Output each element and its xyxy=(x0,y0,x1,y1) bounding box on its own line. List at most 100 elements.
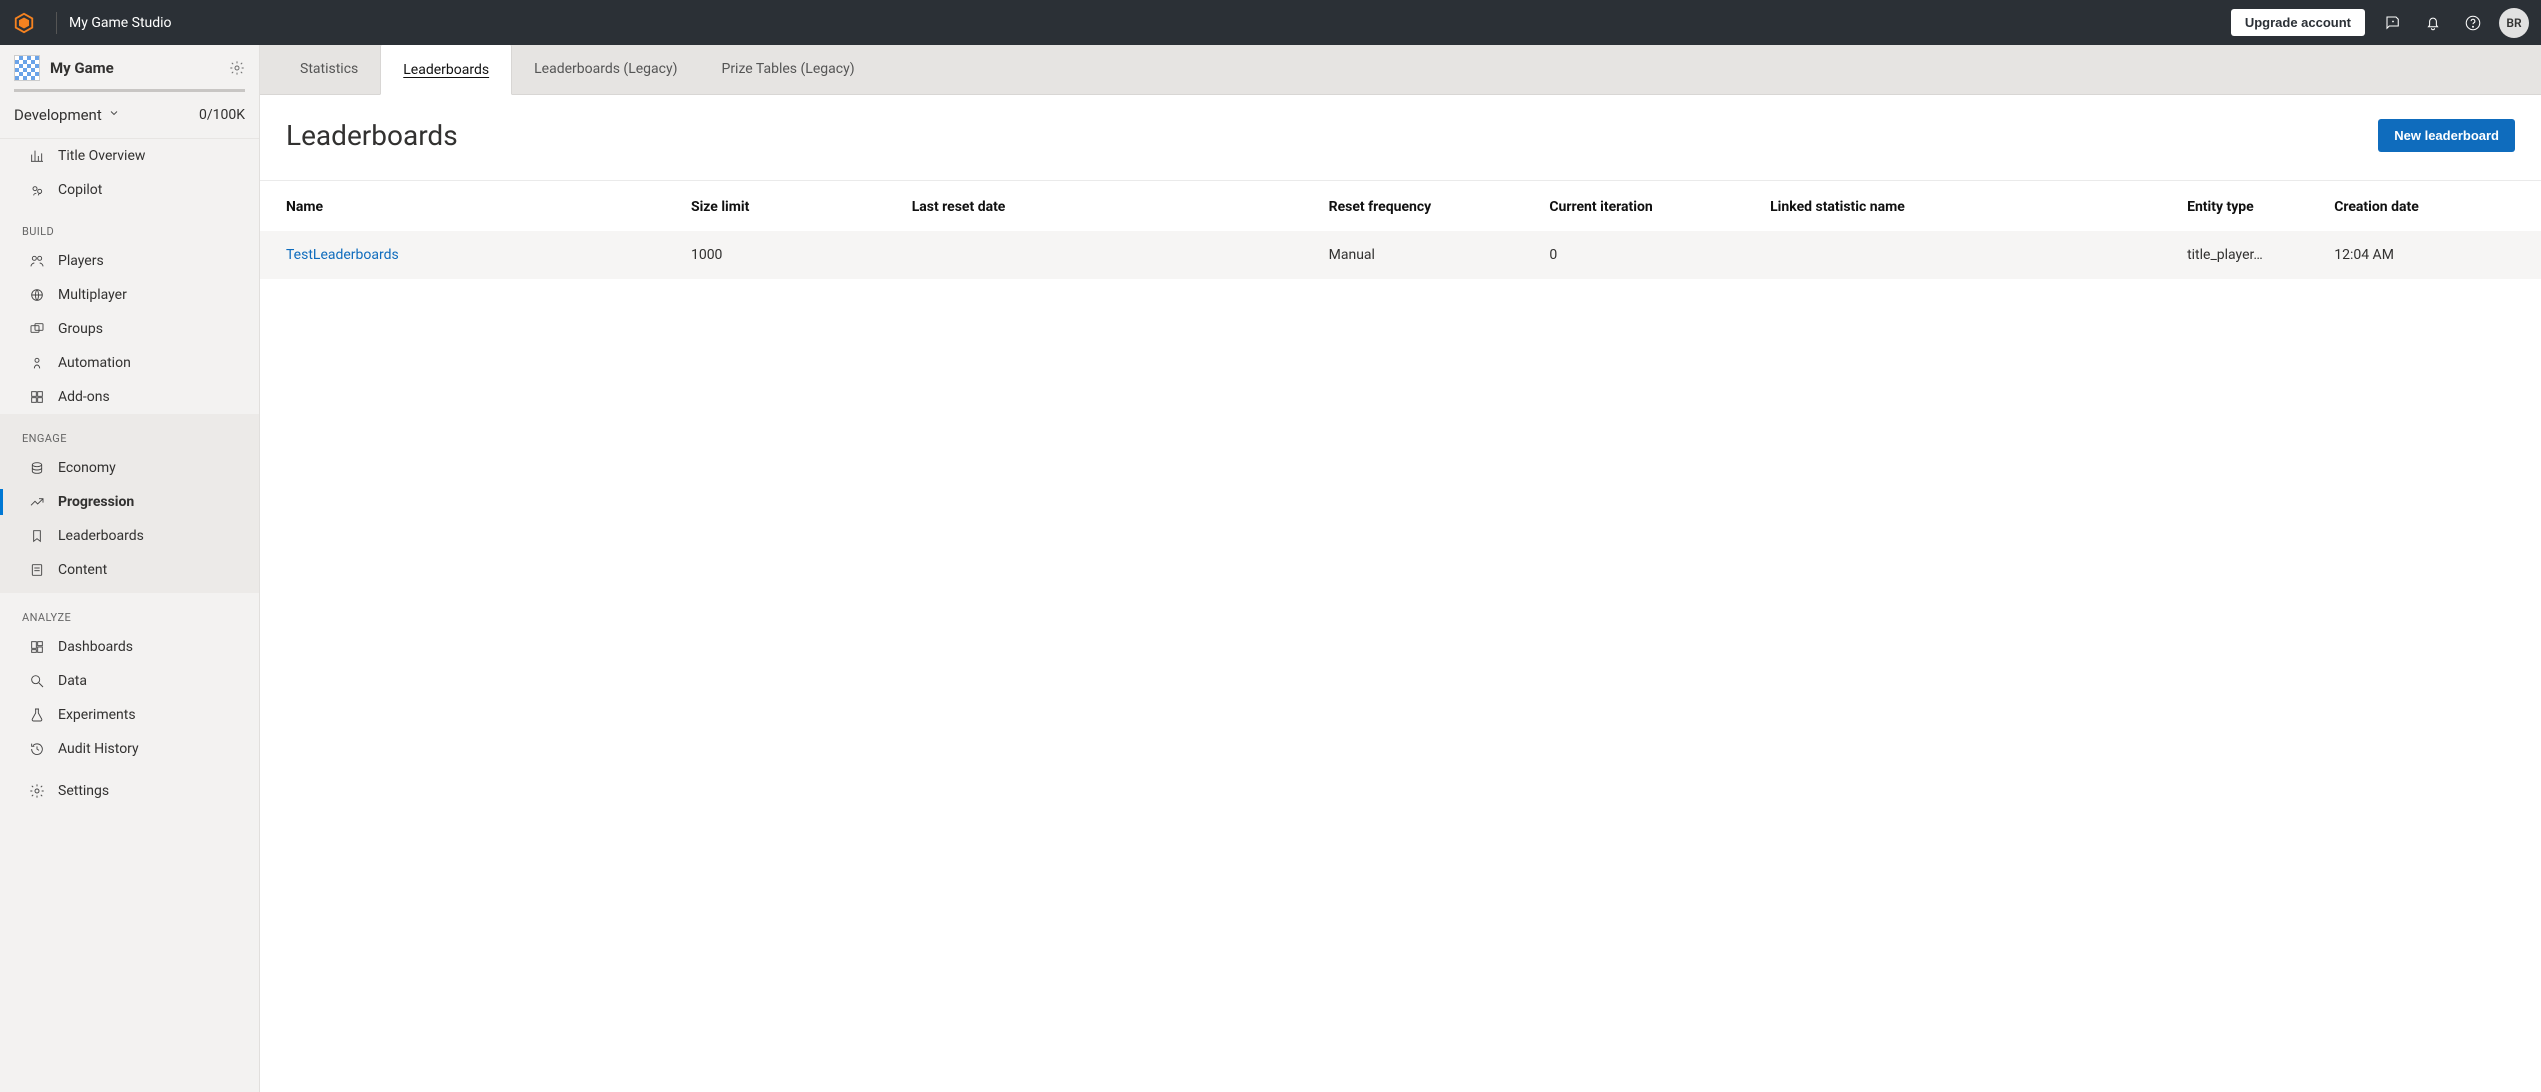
sidebar-item-data[interactable]: Data xyxy=(0,664,259,698)
sidebar-item-multiplayer[interactable]: Multiplayer xyxy=(0,278,259,312)
page-title: Leaderboards xyxy=(286,119,2378,152)
upgrade-account-button[interactable]: Upgrade account xyxy=(2231,9,2365,36)
environment-row: Development 0/100K xyxy=(0,96,259,139)
new-leaderboard-button[interactable]: New leaderboard xyxy=(2378,119,2515,152)
sidebar-item-content[interactable]: Content xyxy=(0,553,259,587)
th-reset-frequency[interactable]: Reset frequency xyxy=(1315,181,1536,231)
economy-icon xyxy=(28,460,46,476)
sidebar-item-groups[interactable]: Groups xyxy=(0,312,259,346)
globe-icon xyxy=(28,287,46,303)
bookmark-icon xyxy=(28,528,46,544)
notifications-icon[interactable] xyxy=(2413,3,2453,43)
leaderboards-table: Name Size limit Last reset date Reset fr… xyxy=(260,181,2541,279)
table-header-row: Name Size limit Last reset date Reset fr… xyxy=(260,181,2541,231)
gear-icon[interactable] xyxy=(229,60,245,76)
help-icon[interactable] xyxy=(2453,3,2493,43)
sidebar-item-label: Copilot xyxy=(58,182,102,198)
table-row[interactable]: TestLeaderboards 1000 Manual0 title_player…… xyxy=(260,231,2541,279)
groups-icon xyxy=(28,321,46,337)
sidebar-item-label: Progression xyxy=(58,494,134,510)
dashboards-icon xyxy=(28,639,46,655)
settings-icon xyxy=(28,783,46,799)
history-icon xyxy=(28,741,46,757)
content-icon xyxy=(28,562,46,578)
usage-count: 0/100K xyxy=(199,107,245,123)
th-current-iteration[interactable]: Current iteration xyxy=(1535,181,1756,231)
sidebar-item-label: Automation xyxy=(58,355,131,371)
studio-name[interactable]: My Game Studio xyxy=(69,15,172,31)
sidebar-item-economy[interactable]: Economy xyxy=(0,451,259,485)
th-linked-statistic[interactable]: Linked statistic name xyxy=(1756,181,2173,231)
section-analyze-label: ANALYZE xyxy=(0,593,259,630)
sidebar-item-label: Content xyxy=(58,562,107,578)
sidebar-item-label: Multiplayer xyxy=(58,287,127,303)
sidebar-item-leaderboards[interactable]: Leaderboards xyxy=(0,519,259,553)
sidebar-item-title-overview[interactable]: Title Overview xyxy=(0,139,259,173)
chart-icon xyxy=(28,148,46,164)
game-icon xyxy=(14,55,40,81)
leaderboards-table-wrap: Name Size limit Last reset date Reset fr… xyxy=(260,181,2541,279)
cell-size-limit: 1000 xyxy=(677,231,898,279)
leaderboard-link[interactable]: TestLeaderboards xyxy=(286,247,399,263)
sidebar-item-dashboards[interactable]: Dashboards xyxy=(0,630,259,664)
cell-reset-frequency: Manual xyxy=(1315,231,1536,279)
sidebar-item-label: Data xyxy=(58,673,87,689)
sidebar-item-automation[interactable]: Automation xyxy=(0,346,259,380)
sidebar-item-label: Add-ons xyxy=(58,389,110,405)
flask-icon xyxy=(28,707,46,723)
user-avatar[interactable]: BR xyxy=(2499,8,2529,38)
game-header: My Game xyxy=(0,45,259,89)
sidebar-item-label: Title Overview xyxy=(58,148,145,164)
divider xyxy=(56,12,57,34)
sidebar-item-label: Experiments xyxy=(58,707,136,723)
environment-selector[interactable]: Development xyxy=(14,106,120,124)
th-entity-type[interactable]: Entity type xyxy=(2173,181,2320,231)
sidebar-item-label: Dashboards xyxy=(58,639,133,655)
main-content: Statistics Leaderboards Leaderboards (Le… xyxy=(260,45,2541,1092)
sidebar-item-settings[interactable]: Settings xyxy=(0,774,259,808)
divider xyxy=(14,89,245,92)
sidebar-item-progression[interactable]: Progression xyxy=(0,485,259,519)
sidebar-item-audit-history[interactable]: Audit History xyxy=(0,732,259,766)
cell-name[interactable]: TestLeaderboards xyxy=(260,231,677,279)
tab-statistics[interactable]: Statistics xyxy=(278,45,380,94)
sidebar-item-label: Groups xyxy=(58,321,103,337)
section-engage-label: ENGAGE xyxy=(0,414,259,451)
section-build-label: BUILD xyxy=(0,207,259,244)
tabs: Statistics Leaderboards Leaderboards (Le… xyxy=(260,45,2541,95)
sidebar-item-label: Leaderboards xyxy=(58,528,144,544)
sidebar-item-label: Economy xyxy=(58,460,116,476)
tab-leaderboards-legacy[interactable]: Leaderboards (Legacy) xyxy=(512,45,699,94)
sidebar-item-label: Settings xyxy=(58,783,109,799)
sidebar-item-players[interactable]: Players xyxy=(0,244,259,278)
playfab-logo-icon[interactable] xyxy=(12,11,36,35)
progression-icon xyxy=(28,494,46,510)
page-header: Leaderboards New leaderboard xyxy=(260,95,2541,181)
addons-icon xyxy=(28,389,46,405)
sidebar-item-experiments[interactable]: Experiments xyxy=(0,698,259,732)
sidebar: My Game Development 0/100K Title Overvie… xyxy=(0,45,260,1092)
cell-current-iteration: 0 xyxy=(1535,231,1756,279)
cell-creation-date: 12:04 AM xyxy=(2320,231,2541,279)
th-creation-date[interactable]: Creation date xyxy=(2320,181,2541,231)
copilot-icon xyxy=(28,182,46,198)
cell-last-reset xyxy=(898,231,1315,279)
sidebar-item-copilot[interactable]: Copilot xyxy=(0,173,259,207)
th-last-reset[interactable]: Last reset date xyxy=(898,181,1315,231)
game-name[interactable]: My Game xyxy=(50,59,229,77)
cell-linked-statistic xyxy=(1756,231,2173,279)
players-icon xyxy=(28,253,46,269)
search-icon xyxy=(28,673,46,689)
feedback-icon[interactable] xyxy=(2373,3,2413,43)
th-size-limit[interactable]: Size limit xyxy=(677,181,898,231)
environment-name: Development xyxy=(14,106,102,124)
topbar: My Game Studio Upgrade account BR xyxy=(0,0,2541,45)
tab-leaderboards[interactable]: Leaderboards xyxy=(380,45,512,95)
sidebar-item-label: Audit History xyxy=(58,741,139,757)
tab-prize-tables-legacy[interactable]: Prize Tables (Legacy) xyxy=(699,45,876,94)
automation-icon xyxy=(28,355,46,371)
th-name[interactable]: Name xyxy=(260,181,677,231)
sidebar-item-label: Players xyxy=(58,253,104,269)
cell-entity-type: title_player… xyxy=(2173,231,2320,279)
sidebar-item-addons[interactable]: Add-ons xyxy=(0,380,259,414)
